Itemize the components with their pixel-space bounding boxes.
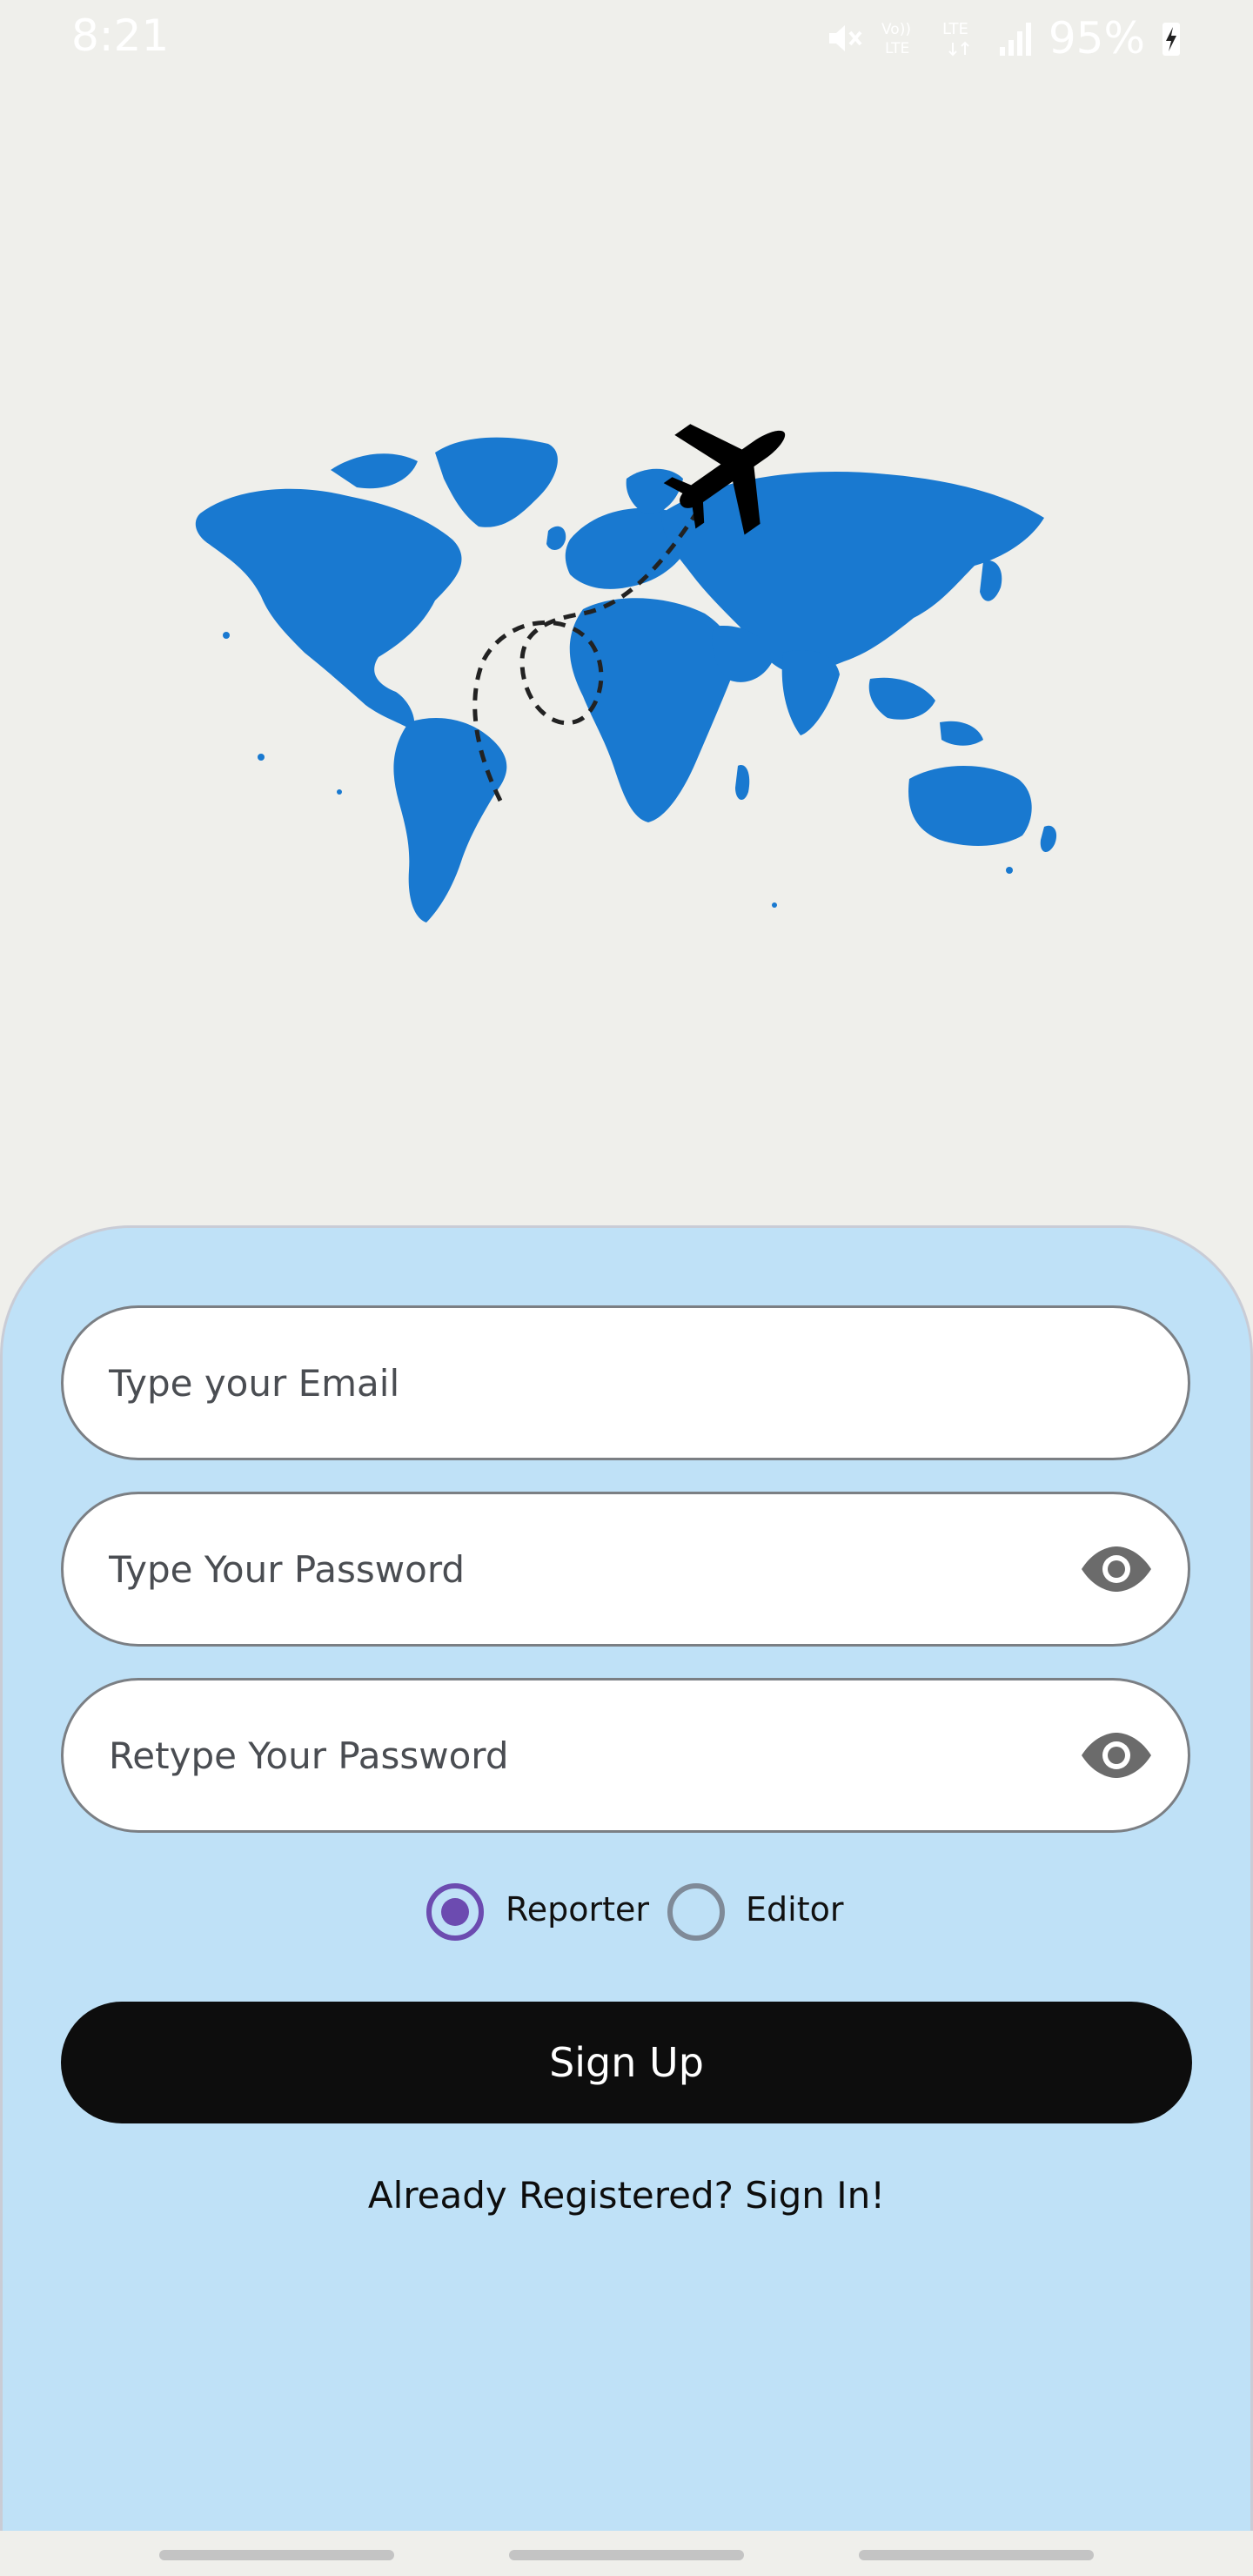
retype-password-input[interactable] xyxy=(109,1680,1066,1830)
sign-up-button[interactable]: Sign Up xyxy=(61,2002,1192,2123)
signal-icon xyxy=(998,17,1033,59)
nav-home-button[interactable] xyxy=(509,2550,744,2560)
password-field[interactable] xyxy=(61,1492,1190,1647)
svg-text:LTE: LTE xyxy=(885,40,909,57)
nav-back-button[interactable] xyxy=(859,2550,1094,2560)
world-map-illustration xyxy=(195,424,1057,922)
password-input[interactable] xyxy=(109,1494,1066,1644)
show-password-eye-icon[interactable] xyxy=(1080,1545,1153,1593)
nav-recents-button[interactable] xyxy=(159,2550,394,2560)
svg-text:Vo)): Vo)) xyxy=(881,21,911,38)
status-time: 8:21 xyxy=(71,10,170,61)
email-field[interactable] xyxy=(61,1305,1190,1460)
reporter-label[interactable]: Reporter xyxy=(506,1890,649,1929)
role-radio-group: Reporter Editor xyxy=(0,1880,1253,1949)
svg-text:LTE: LTE xyxy=(942,20,968,38)
editor-label[interactable]: Editor xyxy=(746,1890,843,1929)
lte-icon: LTE xyxy=(939,17,982,60)
mute-icon xyxy=(822,17,864,59)
sign-in-link[interactable]: Already Registered? Sign In! xyxy=(0,2174,1253,2217)
status-icons: Vo)) LTE LTE 95% xyxy=(822,10,1182,66)
volte-icon: Vo)) LTE xyxy=(880,17,923,60)
retype-password-field[interactable] xyxy=(61,1678,1190,1833)
reporter-radio[interactable] xyxy=(426,1883,484,1941)
email-input[interactable] xyxy=(109,1308,1066,1458)
battery-charging-icon xyxy=(1161,17,1182,59)
navigation-bar xyxy=(0,2531,1253,2576)
status-bar: 8:21 Vo)) LTE LTE 95% xyxy=(0,0,1253,78)
editor-radio[interactable] xyxy=(667,1883,725,1941)
show-retype-password-eye-icon[interactable] xyxy=(1080,1731,1153,1780)
battery-percentage: 95% xyxy=(1048,13,1145,64)
